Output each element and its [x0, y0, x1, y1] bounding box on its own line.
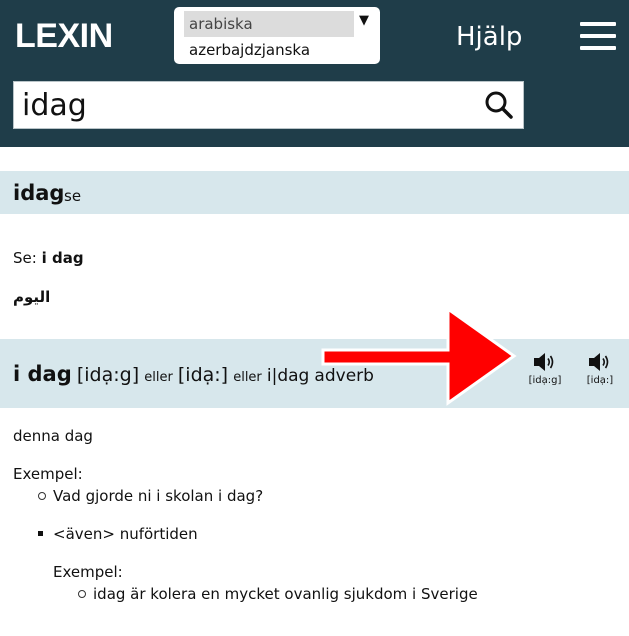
headword-tag: se	[64, 187, 82, 205]
hamburger-menu-icon[interactable]	[580, 22, 616, 50]
dropdown-arrow-icon[interactable]: ▼	[359, 13, 369, 28]
bullet-icon	[38, 491, 46, 500]
entry-header-i-dag: i dag [idạ:g] eller [idạ:] eller i|dag a…	[0, 339, 629, 408]
pronunciation: [idạ:]	[177, 364, 229, 386]
speaker-icon[interactable]	[533, 351, 557, 373]
pronunciation: [idạ:g]	[76, 364, 140, 386]
search-input[interactable]	[14, 82, 474, 128]
help-link[interactable]: Hjälp	[456, 20, 522, 54]
play-audio-button[interactable]: [idạ:]	[570, 351, 629, 397]
audio-label: [idạ:g]	[528, 375, 562, 386]
sense-definition: <även> nuförtiden	[38, 524, 198, 544]
headword: idag	[13, 181, 65, 205]
definition: denna dag	[13, 427, 93, 445]
bullet-icon	[38, 531, 43, 536]
play-audio-button[interactable]: [idạ:g]	[515, 351, 575, 397]
example-heading: Exempel:	[53, 563, 123, 581]
language-select[interactable]: arabiska azerbajdzjanska ▼	[174, 7, 380, 64]
see-reference: Se: i dag	[13, 248, 84, 268]
example-item: idag är kolera en mycket ovanlig sjukdom…	[78, 584, 478, 604]
entry-header-idag: idag se	[0, 171, 629, 214]
audio-label: [idạ:]	[586, 375, 614, 386]
top-bar: LEXIN arabiska azerbajdzjanska ▼ Hjälp	[0, 0, 629, 147]
headword: i dag	[13, 362, 72, 386]
example-heading: Exempel:	[13, 465, 83, 483]
lexin-logo[interactable]: LEXIN	[15, 14, 113, 58]
see-link[interactable]: i dag	[42, 249, 84, 267]
example-item: Vad gjorde ni i skolan i dag?	[38, 486, 263, 506]
language-option[interactable]: azerbajdzjanska	[189, 38, 310, 62]
or-label: eller	[144, 370, 173, 385]
red-arrow-annotation	[321, 306, 517, 406]
translation-text: اليوم	[13, 288, 51, 306]
or-label: eller	[233, 370, 262, 385]
see-label: Se:	[13, 249, 37, 267]
bullet-icon	[78, 589, 86, 598]
split-form: i|dag	[266, 366, 310, 386]
sense-text: <även> nuförtiden	[53, 525, 198, 543]
speaker-icon[interactable]	[588, 351, 612, 373]
example-text: Vad gjorde ni i skolan i dag?	[53, 487, 264, 505]
language-option-selected[interactable]: arabiska	[184, 11, 354, 37]
search-box	[13, 81, 524, 129]
example-text: idag är kolera en mycket ovanlig sjukdom…	[93, 585, 478, 603]
search-icon[interactable]	[484, 90, 514, 120]
